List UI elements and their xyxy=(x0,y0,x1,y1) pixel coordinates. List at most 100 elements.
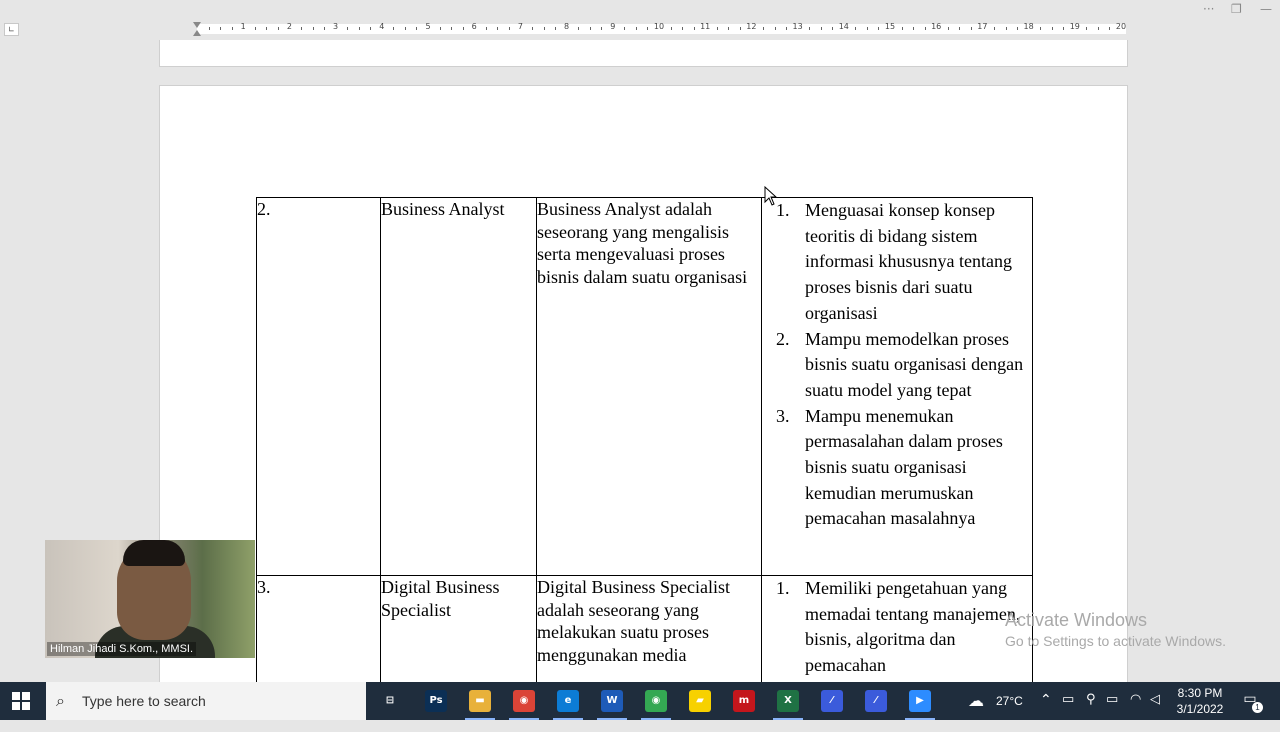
competency-cell[interactable]: 1. Menguasai konsep konsep teoritis di bi… xyxy=(761,197,1033,576)
file-explorer-icon[interactable]: ▬ xyxy=(465,690,495,720)
row-number: 2. xyxy=(257,199,271,219)
list-item: 3. Mampu menemukan permasalahan dalam pro… xyxy=(762,404,1024,533)
photoshop-icon[interactable]: Ps xyxy=(425,690,447,712)
ruler-tick xyxy=(277,27,279,30)
chrome-icon[interactable]: ◉ xyxy=(509,690,539,720)
ruler-tick xyxy=(370,27,372,30)
ruler-tick xyxy=(555,27,557,30)
job-title-cell[interactable]: Business Analyst xyxy=(380,197,537,576)
ruler-tick xyxy=(451,27,453,30)
microphone-icon[interactable]: ⚲ xyxy=(1086,692,1096,730)
meet-now-icon[interactable]: ▭ xyxy=(1062,692,1074,730)
ruler-number: 1 xyxy=(240,22,246,31)
job-title: Business Analyst xyxy=(381,199,505,219)
ruler-tick xyxy=(762,27,764,30)
table-row: 2. Business Analyst Business Analyst ada… xyxy=(256,197,1033,576)
ruler-tick xyxy=(774,27,776,30)
description-cell[interactable]: Digital Business Specialist adalah seseo… xyxy=(536,575,762,696)
ruler-tick xyxy=(832,27,834,30)
ruler-tick xyxy=(231,27,233,30)
ruler-tick xyxy=(739,27,741,30)
jobs-table: 2. Business Analyst Business Analyst ada… xyxy=(256,197,1033,696)
ruler-number: 14 xyxy=(838,22,849,31)
ruler-tick xyxy=(220,27,222,30)
volume-icon[interactable]: ◁ xyxy=(1150,692,1160,730)
tab-selector[interactable]: ∟ xyxy=(4,23,19,36)
zoom-icon[interactable]: ▶ xyxy=(905,690,935,720)
excel-icon[interactable]: X xyxy=(773,690,803,720)
ruler-number: 9 xyxy=(610,22,616,31)
ruler-number: 6 xyxy=(471,22,477,31)
activate-windows-watermark: Activate Windows Go to Settings to activ… xyxy=(1005,610,1226,649)
list-number: 1. xyxy=(776,578,790,598)
list-item: 1. Menguasai konsep konsep teoritis di bi… xyxy=(762,198,1024,327)
search-icon: ⌕ xyxy=(56,691,65,710)
horizontal-ruler[interactable]: 1 2 3 4 5 6 7 8 9 10 11 12 13 14 15 16 17 18 19 20 xyxy=(160,22,1127,36)
list-text: Mampu menemukan permasalahan dalam prose… xyxy=(805,405,1003,529)
document-page[interactable]: 2. Business Analyst Business Analyst ada… xyxy=(159,85,1128,696)
list-item: 1. Memiliki pengetahuan yang memadai tent… xyxy=(762,576,1024,679)
ruler-number: 17 xyxy=(977,22,988,31)
ruler-number: 12 xyxy=(746,22,757,31)
app-slash-2-icon[interactable]: ⁄ xyxy=(865,690,887,712)
first-line-indent-marker[interactable] xyxy=(193,22,201,28)
wifi-icon[interactable]: ◠ xyxy=(1130,692,1141,730)
word-icon[interactable]: W xyxy=(597,690,627,720)
watermark-title: Activate Windows xyxy=(1005,610,1148,630)
ruler-area: ∟ 1 2 3 4 5 6 7 8 9 10 11 12 13 14 15 16 17 18 19 20 ··· ❐ … xyxy=(0,0,1280,40)
minimize-icon[interactable]: — xyxy=(1260,2,1272,16)
job-description: Digital Business Specialist adalah seseo… xyxy=(537,577,730,665)
edge-icon[interactable]: e xyxy=(553,690,583,720)
more-options-icon[interactable]: ··· xyxy=(1203,2,1214,16)
ruler-tick xyxy=(624,27,626,30)
ruler-tick xyxy=(901,27,903,30)
ruler-number: 4 xyxy=(379,22,385,31)
ruler-tick xyxy=(543,27,545,30)
weather-icon[interactable]: ☁ xyxy=(968,691,984,729)
ruler-tick xyxy=(404,27,406,30)
ruler-tick xyxy=(682,27,684,30)
ruler-tick xyxy=(589,27,591,30)
restore-icon[interactable]: ❐ xyxy=(1231,2,1242,16)
ruler-number: 10 xyxy=(653,22,665,31)
windows-start-button[interactable] xyxy=(12,692,30,710)
ruler-tick xyxy=(266,27,268,30)
ruler-tick xyxy=(416,27,418,30)
competency-cell[interactable]: 1. Memiliki pengetahuan yang memadai tent… xyxy=(761,575,1033,696)
ruler-number: 18 xyxy=(1023,22,1034,31)
show-hidden-icons-icon[interactable]: ⌃ xyxy=(1040,692,1052,730)
ruler-tick xyxy=(358,27,360,30)
ruler-tick xyxy=(347,27,349,30)
list-number: 3. xyxy=(776,405,790,426)
ruler-number: 2 xyxy=(286,22,292,31)
row-number-cell[interactable]: 2. xyxy=(256,197,381,576)
ruler-tick xyxy=(601,27,603,30)
job-title-cell[interactable]: Digital Business Specialist xyxy=(380,575,537,696)
description-cell[interactable]: Business Analyst adalah seseorang yang m… xyxy=(536,197,762,576)
sticky-notes-icon[interactable]: ▰ xyxy=(689,690,711,712)
hanging-indent-marker[interactable] xyxy=(193,30,201,36)
taskbar-search-box[interactable]: ⌕ Type here to search xyxy=(46,682,366,720)
ruler-tick xyxy=(578,27,580,30)
ruler-tick xyxy=(462,27,464,30)
taskbar-clock[interactable]: 8:30 PM 3/1/2022 xyxy=(1170,685,1230,717)
ruler-tick xyxy=(913,27,915,30)
task-view-icon[interactable]: ⊟ xyxy=(379,690,401,712)
ruler-tick xyxy=(1097,27,1099,30)
ruler-tick xyxy=(300,27,302,30)
ruler-number: 7 xyxy=(517,22,523,31)
chrome-profile-icon[interactable]: ◉ xyxy=(641,690,671,720)
ruler-tick xyxy=(254,27,256,30)
ruler-number: 3 xyxy=(333,22,339,31)
row-number-cell[interactable]: 3. xyxy=(256,575,381,696)
battery-icon[interactable]: ▭ xyxy=(1106,692,1118,730)
weather-temperature[interactable]: 27°C xyxy=(996,694,1023,732)
competency-list: 1. Menguasai konsep konsep teoritis di bi… xyxy=(762,198,1032,532)
mendeley-icon[interactable]: m xyxy=(733,690,755,712)
ruler-tick xyxy=(324,27,326,30)
clock-time: 8:30 PM xyxy=(1177,686,1223,700)
list-number: 1. xyxy=(776,200,790,220)
video-thumbnail[interactable]: Hilman Jihadi S.Kom., MMSI. xyxy=(45,540,255,658)
ruler-tick xyxy=(924,27,926,30)
app-slash-1-icon[interactable]: ⁄ xyxy=(821,690,843,712)
